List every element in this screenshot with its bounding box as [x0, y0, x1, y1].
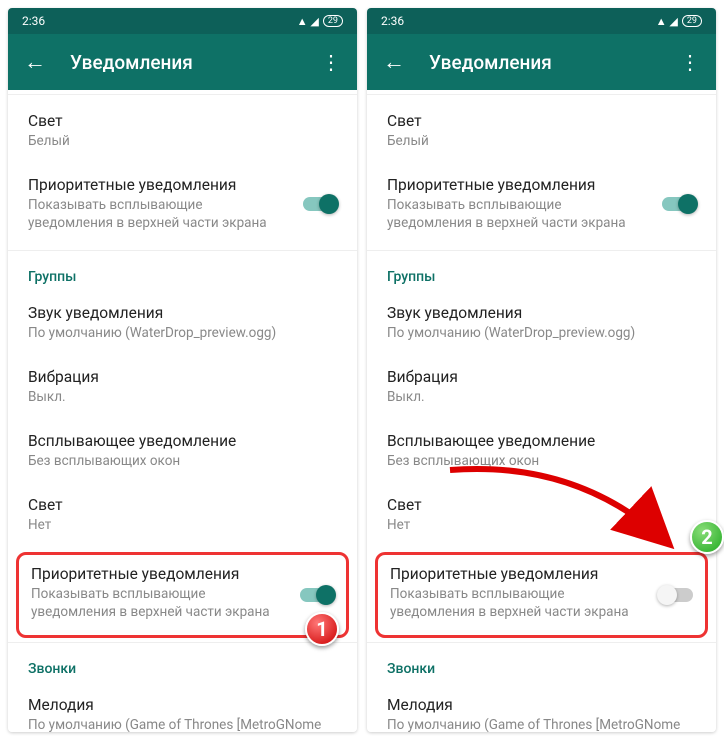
highlighted-priority[interactable]: Приоритетные уведомления Показывать вспл… — [16, 552, 349, 638]
item-light2[interactable]: Свет Нет — [367, 483, 716, 547]
toggle-priority-top[interactable] — [662, 197, 696, 211]
item-light[interactable]: Свет Белый — [367, 99, 716, 163]
battery-icon: 29 — [682, 15, 702, 27]
settings-list[interactable]: Свет Белый Приоритетные уведомления Пока… — [367, 90, 716, 732]
item-light[interactable]: Свет Белый — [8, 99, 357, 163]
status-bar: 2:36 ▲ ◢ 29 — [367, 8, 716, 34]
item-popup[interactable]: Всплывающее уведомление Без всплывающих … — [8, 419, 357, 483]
section-calls: Звонки — [367, 647, 716, 683]
item-sound[interactable]: Звук уведомления По умолчанию (WaterDrop… — [8, 291, 357, 355]
status-icons: ▲ ◢ 29 — [656, 15, 702, 28]
phone-right: 2:36 ▲ ◢ 29 ← Уведомления ⋮ Свет Белый П… — [367, 8, 716, 732]
badge-2: 2 — [690, 520, 724, 554]
page-title: Уведомления — [429, 51, 680, 74]
item-priority-top[interactable]: Приоритетные уведомления Показывать вспл… — [8, 163, 357, 245]
back-icon[interactable]: ← — [383, 49, 405, 75]
item-ringtone[interactable]: Мелодия По умолчанию (Game of Thrones [M… — [8, 683, 357, 732]
menu-icon[interactable]: ⋮ — [680, 50, 700, 74]
item-vibration[interactable]: Вибрация Выкл. — [8, 355, 357, 419]
toggle-priority-highlight-left[interactable] — [300, 588, 334, 602]
status-icons: ▲ ◢ 29 — [297, 15, 343, 28]
section-groups: Группы — [8, 255, 357, 291]
menu-icon[interactable]: ⋮ — [321, 50, 341, 74]
settings-list[interactable]: Свет Белый Приоритетные уведомления Пока… — [8, 90, 357, 732]
section-groups: Группы — [367, 255, 716, 291]
toggle-priority-top[interactable] — [303, 197, 337, 211]
wifi-icon: ▲ ◢ — [297, 15, 319, 28]
phone-left: 2:36 ▲ ◢ 29 ← Уведомления ⋮ Свет Белый П… — [8, 8, 357, 732]
item-priority-top[interactable]: Приоритетные уведомления Показывать вспл… — [367, 163, 716, 245]
app-bar: ← Уведомления ⋮ — [367, 34, 716, 90]
wifi-icon: ▲ ◢ — [656, 15, 678, 28]
item-popup[interactable]: Всплывающее уведомление Без всплывающих … — [367, 419, 716, 483]
item-sound[interactable]: Звук уведомления По умолчанию (WaterDrop… — [367, 291, 716, 355]
item-ringtone[interactable]: Мелодия По умолчанию (Game of Thrones [M… — [367, 683, 716, 732]
section-calls: Звонки — [8, 647, 357, 683]
badge-1: 1 — [305, 612, 339, 646]
item-light2[interactable]: Свет Нет — [8, 483, 357, 547]
back-icon[interactable]: ← — [24, 49, 46, 75]
clock: 2:36 — [22, 14, 45, 28]
page-title: Уведомления — [70, 51, 321, 74]
item-vibration[interactable]: Вибрация Выкл. — [367, 355, 716, 419]
battery-icon: 29 — [323, 15, 343, 27]
status-bar: 2:36 ▲ ◢ 29 — [8, 8, 357, 34]
app-bar: ← Уведомления ⋮ — [8, 34, 357, 90]
clock: 2:36 — [381, 14, 404, 28]
toggle-priority-highlight-right[interactable] — [659, 588, 693, 602]
highlighted-priority[interactable]: Приоритетные уведомления Показывать вспл… — [375, 552, 708, 638]
